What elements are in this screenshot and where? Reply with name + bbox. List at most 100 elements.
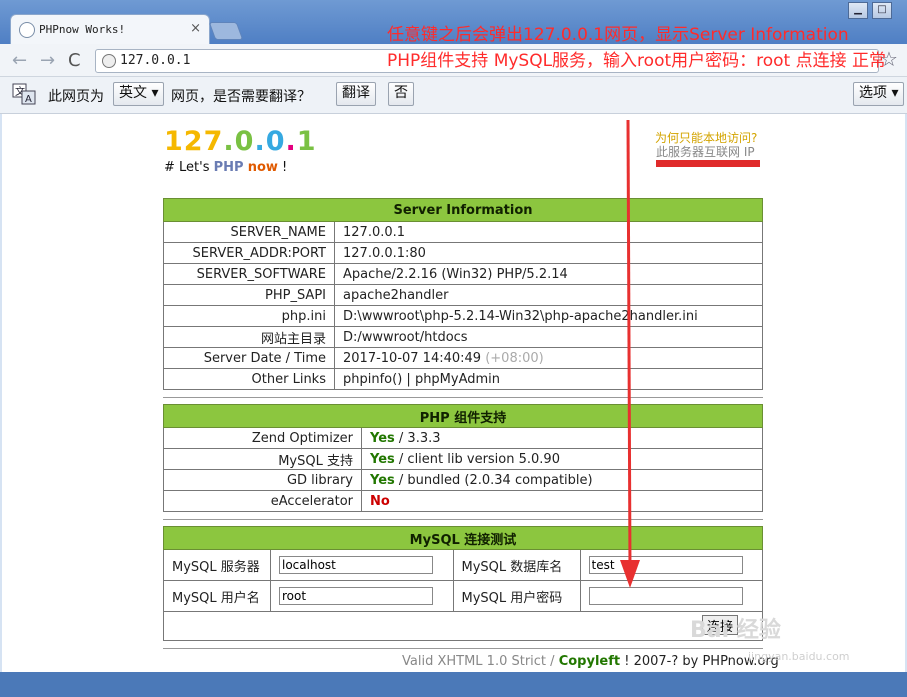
maximize-button[interactable]: □ <box>872 2 892 19</box>
table-row: SERVER_NAME 127.0.0.1 <box>163 221 763 243</box>
options-label: 选项 <box>859 85 887 101</box>
mysql-test-title: MySQL 连接测试 <box>163 526 763 550</box>
red-arrow-icon <box>620 120 640 588</box>
slogan-prefix: # Let's <box>164 160 214 175</box>
form-cell <box>270 549 454 581</box>
footer: Valid XHTML 1.0 Strict / Copyleft ! 2007… <box>402 654 779 669</box>
row-value: Yes / 3.3.3 <box>361 427 763 449</box>
row-key: SERVER_NAME <box>163 221 335 243</box>
status-detail: / 3.3.3 <box>394 430 441 446</box>
language-select[interactable]: 英文 ▾ <box>113 82 165 106</box>
tab-close-icon[interactable]: × <box>190 21 201 36</box>
favicon-icon <box>19 22 35 38</box>
table-row: Server Date / Time 2017-10-07 14:40:49 (+… <box>163 347 763 369</box>
new-tab-button[interactable] <box>208 22 244 40</box>
watermark-url: jingyan.baidu.com <box>748 650 850 663</box>
translate-prefix-text: 此网页为 <box>48 89 104 105</box>
phpinfo-link[interactable]: phpinfo() <box>343 372 402 387</box>
internet-ip-link[interactable]: 此服务器互联网 IP <box>656 143 755 160</box>
server-info-title: Server Information <box>163 198 763 222</box>
logo-char: 1 <box>296 126 317 157</box>
form-cell <box>579 549 763 581</box>
row-key: 网站主目录 <box>163 326 335 348</box>
table-row: Zend Optimizer Yes / 3.3.3 <box>163 427 763 449</box>
table-row <box>163 611 763 641</box>
server-info-table: Server Information SERVER_NAME 127.0.0.1 … <box>163 198 763 390</box>
form-cell <box>270 580 454 612</box>
row-key: Other Links <box>163 368 335 390</box>
logo-char: 0 <box>265 126 286 157</box>
row-value: Yes / bundled (2.0.34 compatible) <box>361 469 763 491</box>
status-no: No <box>370 493 390 509</box>
row-value: D:\wwwroot\php-5.2.14-Win32\php-apache2h… <box>334 305 763 327</box>
options-button[interactable]: 选项 ▾ <box>853 82 905 106</box>
timezone-value: (+08:00) <box>485 350 544 366</box>
table-row: MySQL 支持 Yes / client lib version 5.0.90 <box>163 448 763 470</box>
logo-char: . <box>254 126 266 157</box>
link-separator: | <box>402 371 415 387</box>
table-row: SERVER_SOFTWARE Apache/2.2.16 (Win32) PHP… <box>163 263 763 285</box>
valid-xhtml-link[interactable]: Valid XHTML 1.0 Strict <box>402 654 546 669</box>
divider <box>163 397 763 398</box>
php-ini-link[interactable]: php.ini <box>163 305 335 327</box>
logo-char: . <box>285 126 297 157</box>
back-arrow-icon[interactable]: ← <box>12 50 27 71</box>
url-text[interactable]: 127.0.0.1 <box>120 53 190 68</box>
datetime-value: 2017-10-07 14:40:49 <box>343 350 482 366</box>
no-translate-button[interactable]: 否 <box>388 82 414 106</box>
reload-icon[interactable]: C <box>68 50 81 71</box>
divider <box>163 648 763 649</box>
status-yes: Yes <box>370 430 395 446</box>
translate-bar: 文 A 此网页为 英文 ▾ 网页，是否需要翻译？ 翻译 否 选项 ▾ <box>0 77 907 114</box>
table-row: Other Links phpinfo() | phpMyAdmin <box>163 368 763 390</box>
annotation-text: 任意键之后会弹出127.0.0.1网页，显示Server Information… <box>387 25 887 71</box>
mysql-db-label: MySQL 数据库名 <box>452 549 581 581</box>
mysql-user-input[interactable] <box>279 587 433 605</box>
forward-arrow-icon[interactable]: → <box>40 50 55 71</box>
table-row: 网站主目录 D:/wwwroot/htdocs <box>163 326 763 348</box>
php-components-title: PHP 组件支持 <box>163 404 763 428</box>
watermark-logo: Bai 经验 <box>690 618 781 643</box>
logo-char: . <box>223 126 235 157</box>
logo-char: 0 <box>234 126 255 157</box>
status-detail: / client lib version 5.0.90 <box>394 451 560 467</box>
slogan-now: now <box>247 160 278 175</box>
row-key: Server Date / Time <box>163 347 335 369</box>
mysql-server-input[interactable] <box>279 556 433 574</box>
page-content: 127.0.0.1 # Let's PHP now ! 为何只能本地访问? 此服… <box>2 114 905 672</box>
minimize-button[interactable]: ▁ <box>848 2 868 19</box>
status-yes: Yes <box>370 472 395 488</box>
row-value: 2017-10-07 14:40:49 (+08:00) <box>334 347 763 369</box>
table-row: SERVER_ADDR:PORT 127.0.0.1:80 <box>163 242 763 264</box>
status-yes: Yes <box>370 451 395 467</box>
logo-char: 7 <box>203 126 224 157</box>
table-row: MySQL 服务器 MySQL 数据库名 <box>163 549 763 581</box>
footer-slash: / <box>546 654 559 669</box>
row-key: SERVER_SOFTWARE <box>163 263 335 285</box>
row-value: Apache/2.2.16 (Win32) PHP/5.2.14 <box>334 263 763 285</box>
row-value: Yes / client lib version 5.0.90 <box>361 448 763 470</box>
copyleft-link[interactable]: Copyleft <box>559 654 620 669</box>
taskbar <box>0 672 907 697</box>
table-row: eAccelerator No <box>163 490 763 512</box>
slogan-suffix: ! <box>277 160 288 175</box>
browser-tab[interactable]: PHPnow Works! × <box>10 14 210 45</box>
row-key: PHP_SAPI <box>163 284 335 306</box>
language-value: 英文 <box>119 85 147 101</box>
tab-title: PHPnow Works! <box>39 23 126 36</box>
row-value: No <box>361 490 763 512</box>
row-value: 127.0.0.1:80 <box>334 242 763 264</box>
highlight-underline <box>656 160 760 167</box>
table-row: GD library Yes / bundled (2.0.34 compatib… <box>163 469 763 491</box>
slogan: # Let's PHP now ! <box>164 160 287 175</box>
phpmyadmin-link[interactable]: phpMyAdmin <box>415 372 500 387</box>
svg-text:A: A <box>25 94 32 105</box>
form-cell <box>579 580 763 612</box>
mysql-server-label: MySQL 服务器 <box>163 549 271 581</box>
row-value: apache2handler <box>334 284 763 306</box>
logo-char: 2 <box>183 126 204 157</box>
form-footer-cell <box>163 611 763 641</box>
row-value: 127.0.0.1 <box>334 221 763 243</box>
row-value: phpinfo() | phpMyAdmin <box>334 368 763 390</box>
translate-button[interactable]: 翻译 <box>336 82 376 106</box>
